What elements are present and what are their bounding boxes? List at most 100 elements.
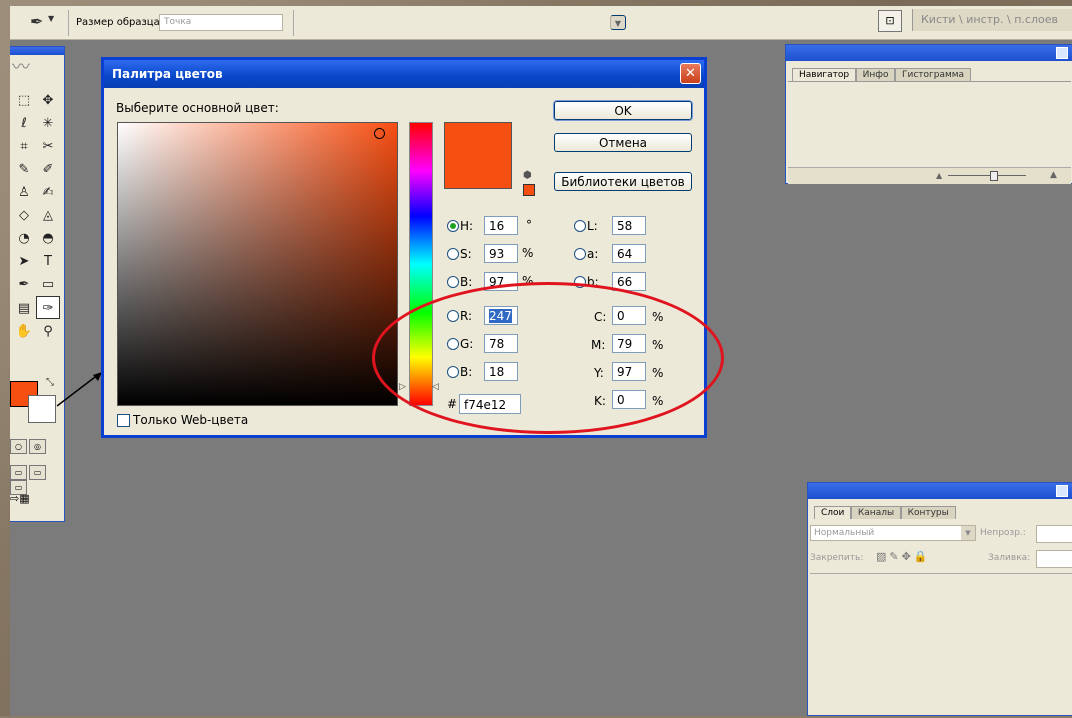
ok-button[interactable]: OK [553, 100, 693, 121]
shape-tool-icon[interactable]: ▭ [36, 273, 60, 296]
radio-indicator[interactable] [447, 247, 459, 260]
swap-colors-icon[interactable]: ⤡ [46, 377, 54, 388]
zoom-slider-track[interactable] [948, 175, 1026, 176]
pen-tool-icon[interactable]: ✒ [12, 273, 36, 296]
quick-mask-icon[interactable]: ◎ [29, 439, 46, 454]
chevron-down-icon[interactable]: ▼ [961, 526, 975, 540]
radio-indicator[interactable] [447, 337, 459, 350]
chevron-down-icon[interactable]: ▼ [610, 15, 626, 30]
eraser-tool-icon[interactable]: ◇ [12, 204, 36, 227]
cyan-input[interactable]: 0 [612, 306, 646, 325]
hue-input[interactable]: 16 [484, 216, 518, 235]
tab-histogram[interactable]: Гистограмма [894, 68, 972, 81]
brush-tool-icon[interactable]: ✐ [36, 158, 60, 181]
radio-indicator[interactable] [447, 219, 459, 232]
close-button[interactable]: ✕ [680, 63, 701, 84]
standard-mode-icon[interactable]: ○ [10, 439, 27, 454]
radio-indicator[interactable] [574, 247, 586, 260]
blue-input[interactable]: 18 [484, 362, 518, 381]
lab-b-radio[interactable]: b: [574, 274, 599, 294]
slice-tool-icon[interactable]: ✂ [36, 135, 60, 158]
toolbox-titlebar[interactable] [10, 47, 64, 55]
minimize-icon[interactable] [1056, 485, 1068, 497]
jump-to-imageready-icon[interactable]: ⇨▦ [10, 490, 56, 508]
lab-a-input[interactable]: 64 [612, 244, 646, 263]
red-radio[interactable]: R: [447, 308, 472, 328]
web-only-checkbox[interactable]: Только Web-цвета [117, 413, 248, 427]
lab-l-radio[interactable]: L: [574, 218, 598, 238]
radio-indicator[interactable] [447, 275, 459, 288]
panel-titlebar[interactable] [808, 483, 1072, 499]
screen-mode-full-menu-icon[interactable]: ▭ [29, 465, 46, 480]
web-safe-cube-icon[interactable]: ⬢ [523, 170, 532, 181]
lab-b-input[interactable]: 66 [612, 272, 646, 291]
red-value[interactable]: 247 [489, 309, 512, 323]
color-libraries-button[interactable]: Библиотеки цветов [554, 172, 692, 191]
hue-slider-left-arrow-icon[interactable]: ▷ [399, 382, 406, 392]
marquee-tool-icon[interactable]: ⬚ [12, 89, 36, 112]
lab-l-input[interactable]: 58 [612, 216, 646, 235]
minimize-icon[interactable] [1056, 47, 1068, 59]
history-brush-icon[interactable]: ✍ [36, 181, 60, 204]
dialog-titlebar[interactable]: Палитра цветов ✕ [104, 60, 704, 88]
radio-indicator[interactable] [574, 275, 586, 288]
saturation-radio[interactable]: S: [447, 246, 472, 266]
hex-input[interactable]: f74e12 [459, 394, 521, 414]
hue-slider[interactable] [409, 122, 433, 406]
green-input[interactable]: 78 [484, 334, 518, 353]
color-field[interactable] [117, 122, 398, 406]
zoom-out-icon[interactable]: ▲ [936, 171, 942, 180]
tab-navigator[interactable]: Навигатор [792, 68, 857, 81]
zoom-in-icon[interactable]: ▲ [1050, 170, 1057, 180]
hand-tool-icon[interactable]: ✋ [12, 320, 36, 343]
radio-indicator[interactable] [447, 309, 459, 322]
black-input[interactable]: 0 [612, 390, 646, 409]
file-browser-icon[interactable]: ⊡ [878, 10, 902, 32]
eyedropper-tool-icon[interactable]: ✑ [36, 296, 60, 319]
screen-mode-standard-icon[interactable]: ▭ [10, 465, 27, 480]
web-safe-swatch[interactable] [523, 184, 535, 196]
crop-tool-icon[interactable]: ⌗ [12, 135, 36, 158]
tab-layers[interactable]: Слои [814, 506, 852, 519]
lasso-tool-icon[interactable]: ℓ [12, 112, 36, 135]
palette-well-tabs[interactable]: Кисти \ инстр. \ п.слоев [921, 13, 1058, 26]
lab-a-radio[interactable]: a: [574, 246, 598, 266]
background-color-swatch[interactable] [28, 395, 56, 423]
lock-icons[interactable]: ▨✎✥🔒 [876, 550, 931, 563]
tool-preset-arrow-icon[interactable]: ▼ [48, 14, 54, 23]
zoom-slider-thumb[interactable] [990, 171, 998, 181]
palette-well[interactable]: Кисти \ инстр. \ п.слоев [912, 9, 1072, 31]
blend-mode-select[interactable]: Нормальный ▼ [810, 525, 976, 541]
checkbox-box[interactable] [117, 414, 130, 427]
opacity-input[interactable] [1036, 525, 1072, 543]
panel-titlebar[interactable] [786, 45, 1072, 61]
tab-info[interactable]: Инфо [855, 68, 896, 81]
hue-radio[interactable]: H: [447, 218, 473, 238]
bucket-tool-icon[interactable]: ◬ [36, 204, 60, 227]
fill-input[interactable] [1036, 550, 1072, 568]
blur-tool-icon[interactable]: ◔ [12, 227, 36, 250]
brightness-radio[interactable]: B: [447, 274, 472, 294]
path-select-icon[interactable]: ➤ [12, 250, 36, 273]
blue-radio[interactable]: B: [447, 364, 472, 384]
color-field-marker[interactable] [374, 128, 385, 139]
current-color-swatch[interactable] [444, 166, 512, 189]
hue-slider-right-arrow-icon[interactable]: ◁ [432, 382, 439, 392]
feather-logo-icon[interactable]: 〰 [12, 57, 62, 79]
tab-channels[interactable]: Каналы [850, 506, 902, 519]
sample-size-select[interactable]: Точка ▼ [159, 14, 626, 31]
red-input[interactable]: 247 [484, 306, 518, 325]
zoom-tool-icon[interactable]: ⚲ [36, 320, 60, 343]
stamp-tool-icon[interactable]: ♙ [12, 181, 36, 204]
notes-tool-icon[interactable]: ▤ [12, 297, 36, 320]
green-radio[interactable]: G: [447, 336, 473, 356]
type-tool-icon[interactable]: T [36, 250, 60, 273]
dodge-tool-icon[interactable]: ◓ [36, 227, 60, 250]
healing-brush-icon[interactable]: ✎ [12, 158, 36, 181]
radio-indicator[interactable] [447, 365, 459, 378]
cancel-button[interactable]: Отмена [554, 133, 692, 152]
magic-wand-icon[interactable]: ✳ [36, 112, 60, 135]
radio-indicator[interactable] [574, 219, 586, 232]
move-tool-icon[interactable]: ✥ [36, 89, 60, 112]
yellow-input[interactable]: 97 [612, 362, 646, 381]
